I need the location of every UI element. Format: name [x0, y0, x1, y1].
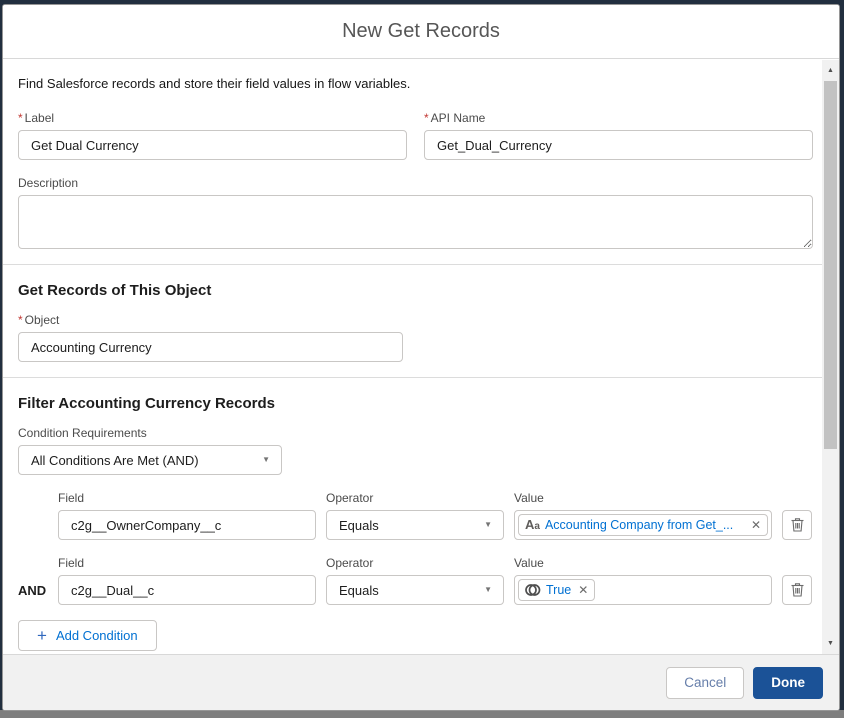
operator-column-label: Operator	[326, 491, 504, 505]
vertical-scrollbar[interactable]: ▲ ▼	[822, 60, 839, 654]
modal-footer: Cancel Done	[3, 654, 839, 710]
api-name-input[interactable]	[424, 130, 813, 160]
condition-requirements-label: Condition Requirements	[18, 426, 813, 440]
object-field-group: *Object	[18, 313, 813, 362]
chevron-down-icon: ▼	[262, 456, 270, 464]
condition-logic-prefix: AND	[18, 583, 48, 598]
api-name-field-label: *API Name	[424, 111, 813, 125]
value-pill[interactable]: Aa Accounting Company from Get_... ✕	[518, 514, 768, 536]
scroll-up-icon[interactable]: ▲	[822, 62, 839, 79]
object-field-label: *Object	[18, 313, 813, 327]
label-input[interactable]	[18, 130, 407, 160]
condition-2-operator-select[interactable]: Equals ▼	[326, 575, 504, 605]
cancel-button[interactable]: Cancel	[666, 667, 744, 699]
description-field-group: Description	[18, 176, 813, 249]
condition-row-2-labels: Field Operator Value	[18, 556, 813, 570]
condition-requirements-value: All Conditions Are Met (AND)	[31, 453, 199, 468]
description-textarea[interactable]	[18, 195, 813, 249]
condition-1-value-input[interactable]: Aa Accounting Company from Get_... ✕	[514, 510, 772, 540]
condition-row-2: AND Equals ▼ True ✕	[18, 575, 813, 605]
label-field-label: *Label	[18, 111, 407, 125]
scroll-down-icon[interactable]: ▼	[822, 635, 839, 652]
intro-text: Find Salesforce records and store their …	[18, 76, 813, 91]
condition-1-operator-select[interactable]: Equals ▼	[326, 510, 504, 540]
condition-row-1: Equals ▼ Aa Accounting Company from Get_…	[18, 510, 813, 540]
api-name-field-group: *API Name	[424, 111, 813, 160]
modal-body: Find Salesforce records and store their …	[3, 60, 839, 654]
chevron-down-icon: ▼	[484, 586, 492, 594]
trash-icon	[790, 517, 805, 533]
condition-row-1-labels: Field Operator Value	[18, 491, 813, 505]
value-column-label: Value	[514, 491, 772, 505]
section-divider	[3, 377, 839, 378]
section-divider	[3, 264, 839, 265]
field-column-label: Field	[58, 491, 316, 505]
required-marker: *	[18, 111, 23, 125]
required-marker: *	[424, 111, 429, 125]
operator-column-label: Operator	[326, 556, 504, 570]
object-section-heading: Get Records of This Object	[18, 282, 813, 299]
label-field-group: *Label	[18, 111, 407, 160]
filter-section-heading: Filter Accounting Currency Records	[18, 395, 813, 412]
plus-icon: +	[37, 627, 47, 644]
condition-requirements-group: Condition Requirements All Conditions Ar…	[18, 426, 813, 475]
new-get-records-modal: New Get Records Find Salesforce records …	[2, 4, 840, 711]
chevron-down-icon: ▼	[484, 521, 492, 529]
add-condition-button[interactable]: + Add Condition	[18, 620, 157, 651]
toggle-icon	[525, 583, 541, 597]
text-type-icon: Aa	[525, 517, 540, 533]
value-pill-label: Accounting Company from Get_...	[545, 518, 744, 532]
modal-content: Find Salesforce records and store their …	[3, 60, 839, 654]
add-condition-label: Add Condition	[56, 628, 138, 643]
condition-1-field-input[interactable]	[58, 510, 316, 540]
condition-requirements-select[interactable]: All Conditions Are Met (AND) ▼	[18, 445, 282, 475]
background-canvas-strip	[0, 710, 844, 718]
condition-2-field-input[interactable]	[58, 575, 316, 605]
value-pill-label: True	[546, 583, 571, 597]
remove-value-icon[interactable]: ✕	[751, 519, 761, 531]
modal-header: New Get Records	[3, 5, 839, 59]
description-field-label: Description	[18, 176, 813, 190]
remove-value-icon[interactable]: ✕	[578, 584, 588, 596]
field-column-label: Field	[58, 556, 316, 570]
value-column-label: Value	[514, 556, 772, 570]
required-marker: *	[18, 313, 23, 327]
page-title: New Get Records	[342, 20, 500, 43]
value-pill[interactable]: True ✕	[518, 579, 595, 601]
trash-icon	[790, 582, 805, 598]
delete-condition-button[interactable]	[782, 575, 812, 605]
done-button[interactable]: Done	[753, 667, 823, 699]
object-input[interactable]	[18, 332, 403, 362]
label-api-row: *Label *API Name	[18, 111, 813, 160]
delete-condition-button[interactable]	[782, 510, 812, 540]
condition-2-value-input[interactable]: True ✕	[514, 575, 772, 605]
scrollbar-thumb[interactable]	[824, 81, 837, 449]
